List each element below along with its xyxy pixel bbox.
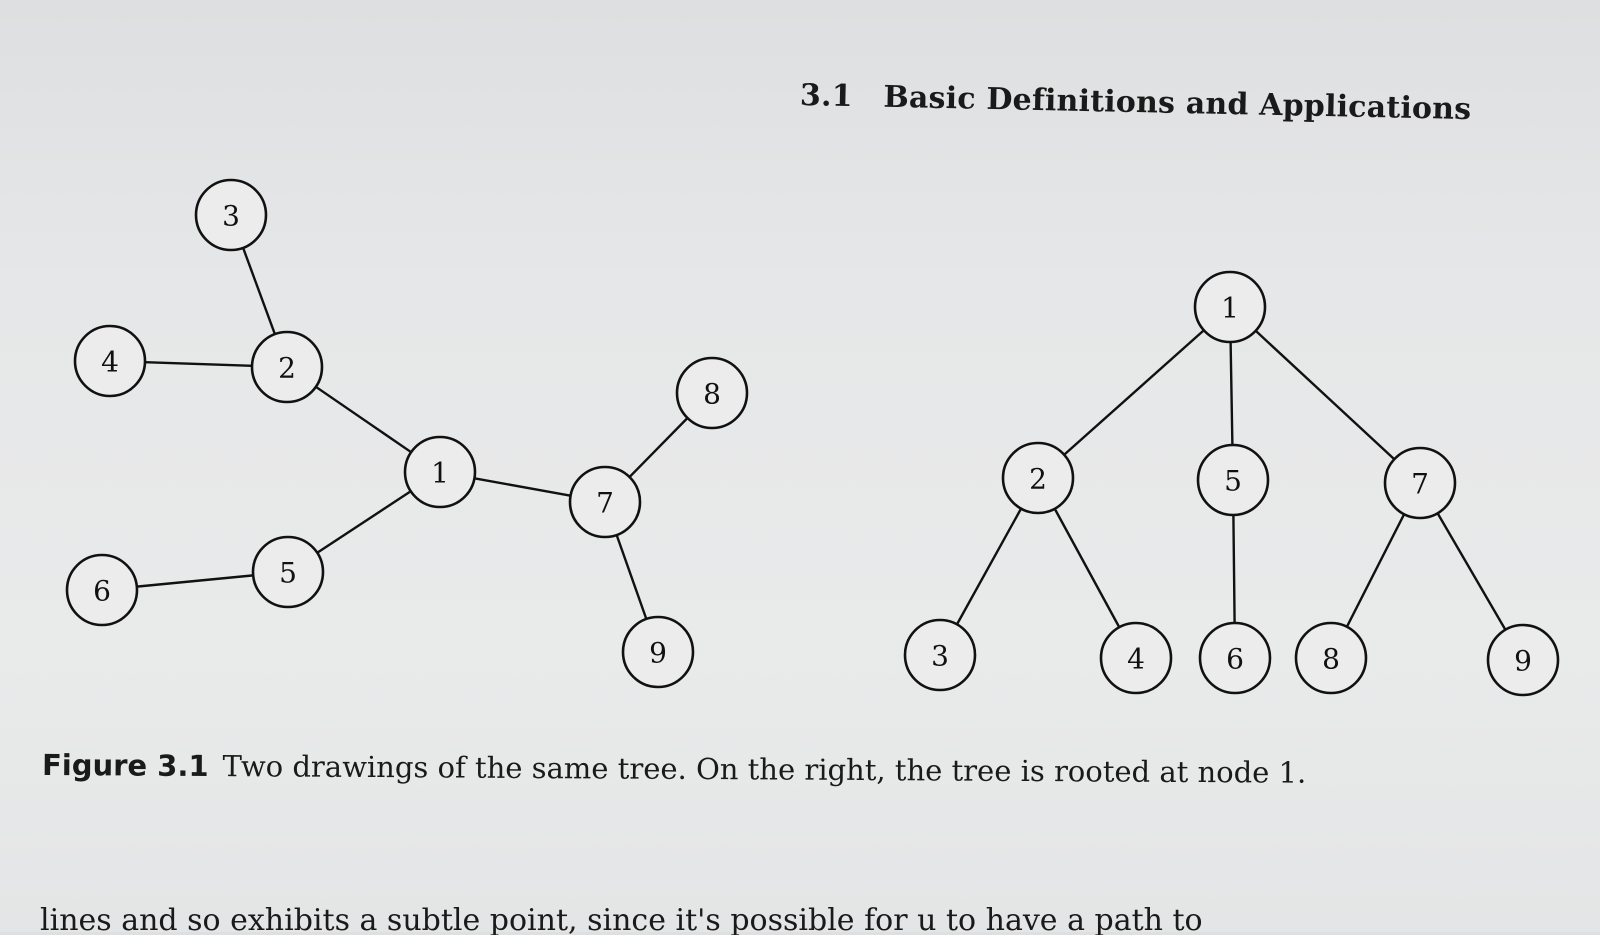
- right-node-6: 6: [1198, 621, 1272, 695]
- left-edge-5-6: [136, 574, 254, 588]
- left-edge-1-5: [316, 490, 412, 554]
- right-node-1: 1: [1193, 270, 1267, 344]
- body-text-line: lines and so exhibits a subtle point, si…: [40, 905, 1203, 935]
- left-node-5-label: 5: [279, 557, 297, 590]
- left-edge-7-9: [615, 534, 648, 620]
- left-node-7: 7: [568, 465, 642, 539]
- right-node-3-label: 3: [931, 640, 949, 673]
- left-edge-3-2: [241, 247, 277, 335]
- left-node-4: 4: [73, 324, 147, 398]
- unrooted-tree-drawing: 1 2 3 4 5 6 7 8 9: [65, 178, 749, 689]
- right-node-7-label: 7: [1411, 468, 1429, 501]
- right-node-2: 2: [1001, 441, 1075, 515]
- right-node-2-label: 2: [1029, 463, 1047, 496]
- right-edge-5-6: [1232, 514, 1236, 624]
- left-node-7-label: 7: [596, 487, 614, 520]
- left-node-6-label: 6: [93, 575, 111, 608]
- right-node-8: 8: [1294, 621, 1368, 695]
- right-edge-2-3: [955, 508, 1023, 625]
- left-node-6: 6: [65, 553, 139, 627]
- caption-text: Two drawings of the same tree. On the ri…: [222, 749, 1307, 790]
- left-node-1-label: 1: [431, 457, 449, 490]
- right-node-9-label: 9: [1514, 645, 1532, 678]
- right-node-5: 5: [1196, 443, 1270, 517]
- left-node-5: 5: [251, 535, 325, 609]
- left-node-9: 9: [621, 615, 695, 689]
- figure-label: Figure 3.1: [41, 748, 209, 784]
- left-node-8: 8: [675, 356, 749, 430]
- right-edge-1-7: [1254, 329, 1396, 461]
- left-edge-1-7: [474, 477, 571, 497]
- left-edge-4-2: [144, 360, 253, 368]
- left-node-3: 3: [194, 178, 268, 252]
- left-node-3-label: 3: [222, 200, 240, 233]
- right-edge-7-8: [1345, 513, 1406, 628]
- left-edge-7-8: [628, 417, 689, 478]
- right-node-1-label: 1: [1221, 292, 1239, 325]
- left-node-2-label: 2: [278, 352, 296, 385]
- right-node-4: 4: [1099, 621, 1173, 695]
- right-edge-7-9: [1436, 512, 1507, 631]
- right-node-3: 3: [903, 618, 977, 692]
- rooted-tree-drawing: 1 2 3 4 5 6 7 8 9: [903, 270, 1560, 697]
- tree-figure: 1 2 3 4 5 6 7 8 9 1 2 3 4 5 6 7 8 9: [65, 178, 1560, 697]
- right-node-7: 7: [1383, 446, 1457, 520]
- right-node-4-label: 4: [1127, 643, 1145, 676]
- right-node-8-label: 8: [1322, 643, 1340, 676]
- left-edge-2-1: [315, 385, 412, 454]
- left-node-4-label: 4: [101, 346, 119, 379]
- right-edge-1-5: [1229, 341, 1234, 446]
- left-node-9-label: 9: [649, 637, 667, 670]
- right-edge-2-4: [1053, 508, 1121, 628]
- right-node-9: 9: [1486, 623, 1560, 697]
- left-node-2: 2: [250, 330, 324, 404]
- right-node-5-label: 5: [1224, 465, 1242, 498]
- right-edge-1-2: [1063, 329, 1205, 456]
- body-text-fragment: lines and so exhibits a subtle point, si…: [40, 905, 1540, 935]
- left-node-1: 1: [403, 435, 477, 509]
- right-node-6-label: 6: [1226, 643, 1244, 676]
- left-node-8-label: 8: [703, 378, 721, 411]
